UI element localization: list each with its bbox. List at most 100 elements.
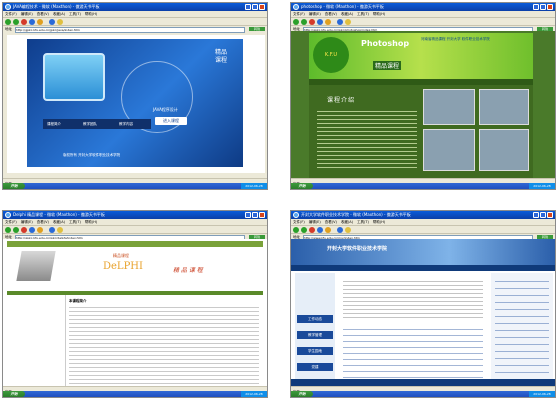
minimize-icon[interactable] (533, 4, 539, 10)
minimize-icon[interactable] (533, 212, 539, 218)
system-tray: 2012-06-28 (529, 391, 555, 397)
intro-text (343, 281, 483, 321)
title-bar[interactable]: Delphi 精品课程 - 微软 (Maxthon) - 傲游天书平板 (3, 211, 267, 219)
menu-file[interactable]: 文件(F) (5, 220, 17, 224)
college-logo: K.F.U SOFTWARE COLLEGE (313, 37, 349, 130)
close-icon[interactable] (547, 4, 553, 10)
enter-course-button[interactable]: 进入课程 (155, 117, 187, 125)
page-content: 精品课程 JAVA程序设计 课程简介 教学团队 教学内容 进入课程 版权所有 开… (3, 31, 267, 181)
taskbar: 开始 2012-06-28 (291, 183, 555, 189)
nav-item-content[interactable]: 教学内容 (119, 120, 133, 128)
close-icon[interactable] (259, 212, 265, 218)
main-article: 本课程简介 (69, 299, 259, 387)
window-title: JAVA编程技术 - 微软 (Maxthon) - 傲游天书平板 (13, 4, 100, 9)
main-area (339, 273, 487, 387)
intro-heading: 课程介绍 (327, 97, 356, 104)
menu-help[interactable]: 帮助(H) (85, 220, 97, 224)
system-tray: 2012-06-28 (241, 183, 267, 189)
article-heading: 本课程简介 (69, 299, 87, 303)
page-content: 开封大学软件职业技术学院 首页学院概况机构设置教学科研招生就业学生工作 工作动态… (291, 239, 555, 389)
page-footer: 版权所有 开封大学软件职业技术学院 (63, 153, 121, 157)
maximize-icon[interactable] (540, 4, 546, 10)
browser-window-college: 开封大学软件职业技术学院 - 微软 (Maxthon) - 傲游天书平板 文件(… (290, 210, 556, 398)
intro-text (317, 111, 417, 169)
menu-view[interactable]: 查看(V) (325, 220, 337, 224)
menu-tools[interactable]: 工具(T) (69, 220, 81, 224)
close-icon[interactable] (547, 212, 553, 218)
menu-help[interactable]: 帮助(H) (373, 12, 385, 16)
course-label: 精品课程 (113, 253, 129, 258)
nav-item-intro[interactable]: 课程简介 (47, 120, 61, 128)
minimize-icon[interactable] (245, 212, 251, 218)
laptop-image (16, 251, 56, 281)
title-bar[interactable]: photoshop - 微软 (Maxthon) - 傲游天书平板 (291, 3, 555, 11)
taskbar: 开始 2012-06-28 (3, 183, 267, 189)
system-tray: 2012-06-28 (241, 391, 267, 397)
start-button[interactable]: 开始 (291, 183, 313, 189)
maximize-icon[interactable] (252, 4, 258, 10)
right-column (491, 273, 553, 387)
menu-favorites[interactable]: 收藏(A) (341, 12, 353, 16)
menu-help[interactable]: 帮助(H) (85, 12, 97, 16)
window-title: photoshop - 微软 (Maxthon) - 傲游天书平板 (301, 4, 384, 9)
sidebar-button-news[interactable]: 工作动态 (297, 315, 333, 323)
menu-favorites[interactable]: 收藏(A) (341, 220, 353, 224)
course-nav: 课程简介 教学团队 教学内容 (43, 119, 151, 129)
site-subtitle: 河南省精品课程 开封大学 软件职业技术学院 (421, 37, 490, 41)
article-text (69, 307, 259, 385)
delphi-title: DeLPHI (103, 261, 143, 272)
title-bar[interactable]: JAVA编程技术 - 微软 (Maxthon) - 傲游天书平板 (3, 3, 267, 11)
menu-edit[interactable]: 编辑(E) (309, 220, 321, 224)
window-title: Delphi 精品课程 - 微软 (Maxthon) - 傲游天书平板 (13, 212, 105, 217)
laptop-image (43, 53, 105, 101)
nav-item-team[interactable]: 教学团队 (83, 120, 97, 128)
menu-help[interactable]: 帮助(H) (373, 220, 385, 224)
menu-file[interactable]: 文件(F) (293, 12, 305, 16)
browser-icon (293, 4, 299, 10)
menu-tools[interactable]: 工具(T) (69, 12, 81, 16)
classroom-photo (423, 89, 475, 125)
taskbar: 开始 2012-06-28 (291, 391, 555, 397)
browser-icon (5, 212, 11, 218)
sidebar-button-students[interactable]: 学生园地 (297, 347, 333, 355)
browser-window-delphi: Delphi 精品课程 - 微软 (Maxthon) - 傲游天书平板 文件(F… (2, 210, 268, 398)
browser-icon (5, 4, 11, 10)
browser-icon (293, 212, 299, 218)
menu-file[interactable]: 文件(F) (293, 220, 305, 224)
page-content: K.F.U SOFTWARE COLLEGE Photoshop 河南省精品课程… (291, 31, 555, 181)
taskbar: 开始 2012-06-28 (3, 391, 267, 397)
browser-window-photoshop: photoshop - 微软 (Maxthon) - 傲游天书平板 文件(F) 编… (290, 2, 556, 190)
window-title: 开封大学软件职业技术学院 - 微软 (Maxthon) - 傲游天书平板 (301, 212, 411, 217)
vertical-title: 精品课程 (215, 49, 228, 64)
maximize-icon[interactable] (540, 212, 546, 218)
notice-list[interactable] (495, 281, 549, 381)
start-button[interactable]: 开始 (3, 391, 25, 397)
menu-view[interactable]: 查看(V) (37, 12, 49, 16)
menu-tools[interactable]: 工具(T) (357, 220, 369, 224)
menu-view[interactable]: 查看(V) (37, 220, 49, 224)
classroom-photo (479, 129, 529, 171)
course-caption: JAVA程序设计 (153, 107, 178, 112)
menu-favorites[interactable]: 收藏(A) (53, 12, 65, 16)
classroom-photo (479, 89, 529, 125)
start-button[interactable]: 开始 (291, 391, 313, 397)
menu-view[interactable]: 查看(V) (325, 12, 337, 16)
menu-edit[interactable]: 编辑(E) (21, 12, 33, 16)
course-label: 精品课程 (373, 61, 402, 70)
menu-tools[interactable]: 工具(T) (357, 12, 369, 16)
photoshop-title: Photoshop (361, 39, 410, 48)
minimize-icon[interactable] (245, 4, 251, 10)
title-bar[interactable]: 开封大学软件职业技术学院 - 微软 (Maxthon) - 傲游天书平板 (291, 211, 555, 219)
maximize-icon[interactable] (252, 212, 258, 218)
start-button[interactable]: 开始 (3, 183, 25, 189)
menu-file[interactable]: 文件(F) (5, 12, 17, 16)
menu-edit[interactable]: 编辑(E) (21, 220, 33, 224)
system-tray: 2012-06-28 (529, 183, 555, 189)
sidebar-button-teaching[interactable]: 教学管理 (297, 331, 333, 339)
menu-edit[interactable]: 编辑(E) (309, 12, 321, 16)
menu-favorites[interactable]: 收藏(A) (53, 220, 65, 224)
sidebar-button-party[interactable]: 党建 (297, 363, 333, 371)
close-icon[interactable] (259, 4, 265, 10)
site-title: 开封大学软件职业技术学院 (327, 246, 388, 252)
news-list[interactable] (343, 329, 483, 383)
